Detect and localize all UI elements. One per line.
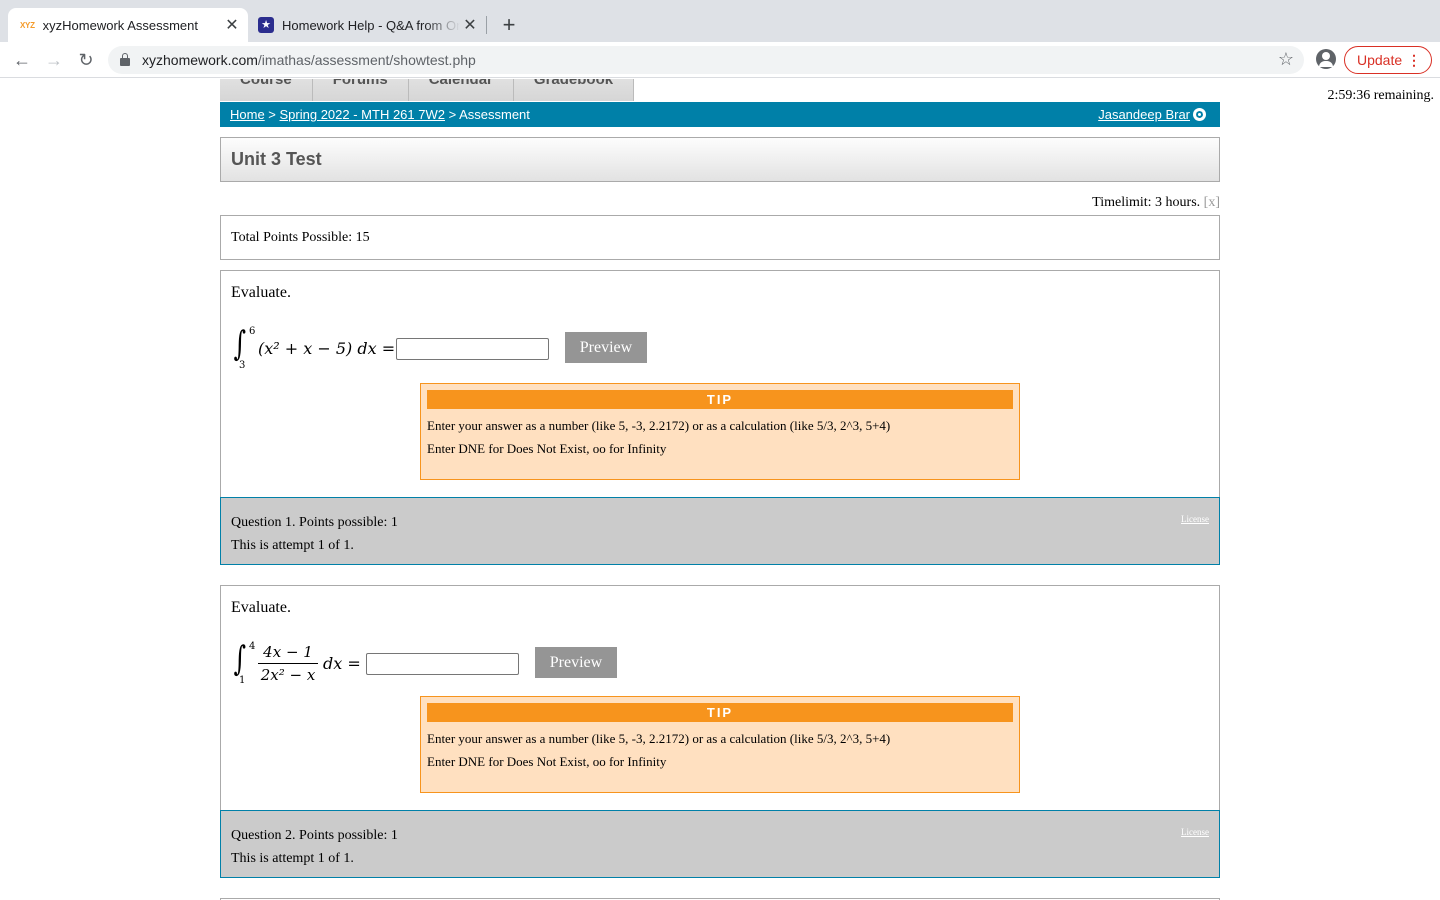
forward-icon[interactable]: → xyxy=(42,48,66,72)
preview-button[interactable]: Preview xyxy=(535,647,617,678)
bookmark-star-icon[interactable]: ☆ xyxy=(1278,49,1294,70)
reload-icon[interactable]: ↻ xyxy=(74,48,98,72)
star-favicon-icon: ★ xyxy=(258,17,274,33)
tip-line: Enter your answer as a number (like 5, -… xyxy=(427,418,891,433)
tip-box: TIP Enter your answer as a number (like … xyxy=(420,696,1020,793)
tab-title: Homework Help - Q&A from Online Tutors xyxy=(282,17,460,33)
lower-limit: 1 xyxy=(239,675,246,686)
close-tab-icon[interactable]: ✕ xyxy=(222,15,242,35)
breadcrumb: Home > Spring 2022 - MTH 261 7W2 > Asses… xyxy=(220,102,1220,127)
question-footer: Question 1. Points possible: 1 This is at… xyxy=(220,497,1220,565)
tab-xyzhomework[interactable]: XYZ xyzHomework Assessment ✕ xyxy=(8,8,248,42)
tip-title: TIP xyxy=(427,390,1013,409)
update-button[interactable]: Update ⋮ xyxy=(1344,46,1432,74)
attempt-info: This is attempt 1 of 1. xyxy=(231,538,354,553)
integrand: (x² + x − 5) dx = xyxy=(258,339,396,358)
question-1-math: ∫ 6 3 (x² + x − 5) dx = xyxy=(231,324,401,371)
course-nav: Course Forums Calendar Gradebook xyxy=(220,79,635,101)
timelimit-text: Timelimit: 3 hours. [x] xyxy=(1092,195,1220,210)
integral-sign: ∫ xyxy=(233,324,247,364)
page-title: Unit 3 Test xyxy=(220,137,1220,182)
tip-line: Enter your answer as a number (like 5, -… xyxy=(427,731,891,746)
tip-line: Enter DNE for Does Not Exist, oo for Inf… xyxy=(427,754,667,769)
nav-tab-gradebook[interactable]: Gradebook xyxy=(513,79,635,101)
fraction: 4x − 1 2x² − x xyxy=(258,643,318,684)
new-tab-icon[interactable]: + xyxy=(498,11,520,39)
breadcrumb-home-link[interactable]: Home xyxy=(230,107,265,122)
lower-limit: 3 xyxy=(239,360,246,371)
tab-title: xyzHomework Assessment xyxy=(42,17,198,33)
tab-homework-help[interactable]: ★ Homework Help - Q&A from Online Tutors… xyxy=(248,8,486,42)
menu-dots-icon: ⋮ xyxy=(1407,52,1421,68)
lock-icon xyxy=(120,53,130,66)
question-prompt: Evaluate. xyxy=(231,284,291,301)
profile-icon[interactable] xyxy=(1316,49,1336,69)
denominator: 2x² − x xyxy=(260,666,316,684)
tip-box: TIP Enter your answer as a number (like … xyxy=(420,383,1020,480)
breadcrumb-course-link[interactable]: Spring 2022 - MTH 261 7W2 xyxy=(280,107,445,122)
license-link[interactable]: License xyxy=(1181,514,1209,524)
nav-tab-calendar[interactable]: Calendar xyxy=(408,79,514,101)
tip-line: Enter DNE for Does Not Exist, oo for Inf… xyxy=(427,441,667,456)
question-footer: Question 2. Points possible: 1 This is at… xyxy=(220,810,1220,878)
question-2-math: ∫ 4 1 4x − 1 2x² − x dx = xyxy=(231,639,371,687)
url-text: xyzhomework.com/imathas/assessment/showt… xyxy=(142,52,476,68)
total-points: Total Points Possible: 15 xyxy=(220,215,1220,260)
breadcrumb-current: Assessment xyxy=(459,107,530,122)
nav-tab-forums[interactable]: Forums xyxy=(312,79,409,101)
attempt-info: This is attempt 1 of 1. xyxy=(231,851,354,866)
points-possible: Question 2. Points possible: 1 xyxy=(231,828,398,843)
time-remaining: 2:59:36 remaining. xyxy=(1327,88,1434,103)
points-possible: Question 1. Points possible: 1 xyxy=(231,515,398,530)
timelimit-close-link[interactable]: [x] xyxy=(1204,195,1220,210)
question-2: Evaluate. ∫ 4 1 4x − 1 2x² − x dx = Prev… xyxy=(220,585,1220,878)
tab-separator xyxy=(486,16,487,34)
browser-tab-bar: XYZ xyzHomework Assessment ✕ ★ Homework … xyxy=(0,0,1440,42)
xyz-favicon-icon: XYZ xyxy=(20,20,35,30)
numerator: 4x − 1 xyxy=(258,643,318,664)
gear-icon xyxy=(1193,108,1206,121)
user-menu-link[interactable]: Jasandeep Brar xyxy=(1098,102,1206,127)
page-content: 2:59:36 remaining. Course Forums Calenda… xyxy=(0,79,1440,900)
answer-input-2[interactable] xyxy=(366,653,519,675)
back-icon[interactable]: ← xyxy=(10,48,34,72)
close-tab-icon[interactable]: ✕ xyxy=(460,15,480,35)
nav-tab-course[interactable]: Course xyxy=(220,79,313,101)
integrand-tail: dx = xyxy=(323,654,361,673)
answer-input-1[interactable] xyxy=(396,338,549,360)
address-bar[interactable]: xyzhomework.com/imathas/assessment/showt… xyxy=(108,46,1304,74)
tip-title: TIP xyxy=(427,703,1013,722)
question-prompt: Evaluate. xyxy=(231,599,291,616)
question-1: Evaluate. ∫ 6 3 (x² + x − 5) dx = Previe… xyxy=(220,270,1220,565)
license-link[interactable]: License xyxy=(1181,827,1209,837)
upper-limit: 6 xyxy=(249,326,256,337)
preview-button[interactable]: Preview xyxy=(565,332,647,363)
integral-sign: ∫ xyxy=(233,639,247,679)
upper-limit: 4 xyxy=(249,641,256,652)
browser-toolbar: ← → ↻ xyzhomework.com/imathas/assessment… xyxy=(0,42,1440,78)
